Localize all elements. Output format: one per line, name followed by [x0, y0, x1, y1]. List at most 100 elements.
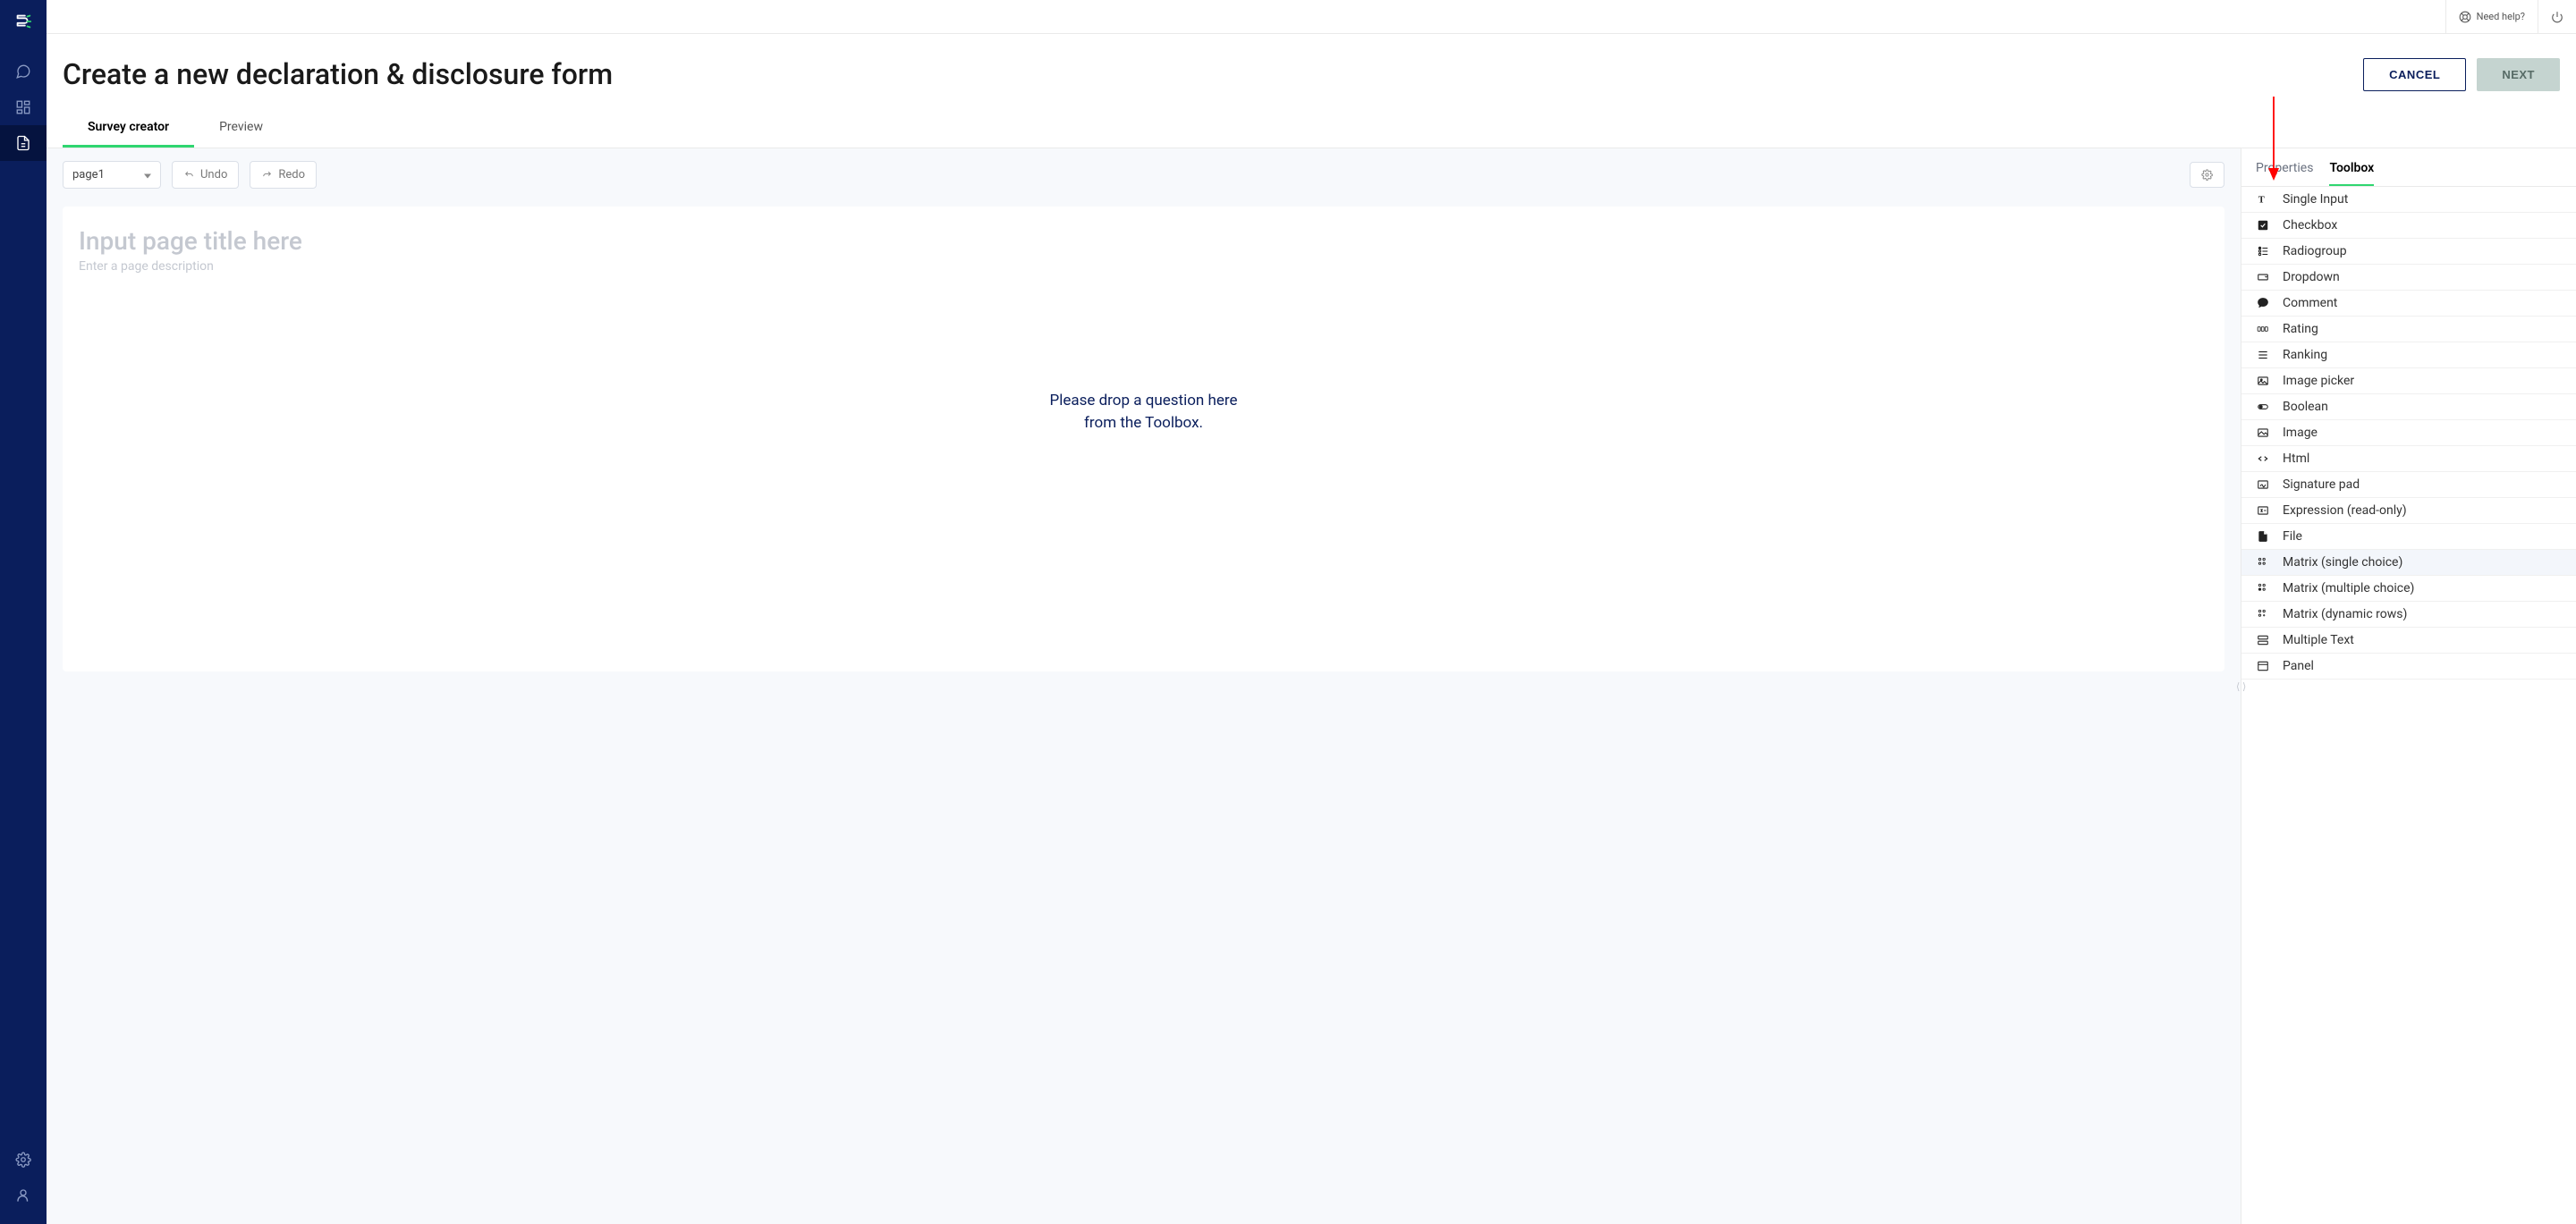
nav-profile-icon[interactable]: [0, 1178, 47, 1213]
page-title-input[interactable]: Input page title here: [79, 226, 2208, 256]
toolbox-item-label: Rating: [2283, 322, 2318, 336]
panel-tab-toolbox[interactable]: Toolbox: [2329, 161, 2374, 186]
radiogroup-icon: [2256, 245, 2270, 257]
main-tabs: Survey creator Preview: [47, 111, 2576, 148]
toolbox-item-matrix-multiple-choice-[interactable]: Matrix (multiple choice): [2241, 576, 2576, 602]
nav-settings-icon[interactable]: [0, 1142, 47, 1178]
logo[interactable]: [13, 11, 34, 32]
svg-text:T: T: [2258, 196, 2265, 206]
tab-survey-creator[interactable]: Survey creator: [63, 111, 194, 148]
toolbox-item-image[interactable]: Image: [2241, 420, 2576, 446]
comment-icon: [2256, 297, 2270, 309]
toolbox-item-label: Signature pad: [2283, 477, 2360, 492]
cancel-button[interactable]: CANCEL: [2363, 58, 2466, 91]
image-picker-icon: [2256, 375, 2270, 387]
toolbox-item-label: Matrix (multiple choice): [2283, 581, 2414, 595]
canvas-toolbar: page1 Undo Redo: [47, 148, 2241, 201]
toolbox-item-file[interactable]: File: [2241, 524, 2576, 550]
toolbox-item-label: Radiogroup: [2283, 244, 2347, 258]
topbar: Need help?: [47, 0, 2576, 34]
canvas-column: page1 Undo Redo: [47, 148, 2241, 1224]
survey-drop-area[interactable]: Input page title here Enter a page descr…: [63, 207, 2224, 671]
toolbox-item-radiogroup[interactable]: Radiogroup: [2241, 239, 2576, 265]
toolbox-item-boolean[interactable]: Boolean: [2241, 394, 2576, 420]
matrix-single-icon: [2256, 556, 2270, 569]
need-help-button[interactable]: Need help?: [2445, 0, 2538, 33]
toolbox-item-multiple-text[interactable]: Multiple Text: [2241, 628, 2576, 654]
toolbox-list: T Single Input Checkbox Radiogroup Dropdown C…: [2241, 187, 2576, 1224]
toolbox-item-label: Dropdown: [2283, 270, 2340, 284]
nav-forms-icon[interactable]: [0, 125, 47, 161]
toolbox-item-html[interactable]: Html: [2241, 446, 2576, 472]
canvas-settings-button[interactable]: [2190, 162, 2224, 188]
html-icon: [2256, 452, 2270, 465]
toolbox-item-matrix-single-choice-[interactable]: Matrix (single choice): [2241, 550, 2576, 576]
redo-button[interactable]: Redo: [250, 161, 317, 189]
toolbox-item-checkbox[interactable]: Checkbox: [2241, 213, 2576, 239]
canvas-body: Input page title here Enter a page descr…: [47, 201, 2241, 1224]
page-header: Create a new declaration & disclosure fo…: [47, 34, 2576, 111]
panel-tabs: Properties Toolbox: [2241, 148, 2576, 187]
toolbox-item-label: Image picker: [2283, 374, 2354, 388]
toolbox-item-panel[interactable]: Panel: [2241, 654, 2576, 680]
multiple-text-icon: [2256, 634, 2270, 646]
toolbox-item-image-picker[interactable]: Image picker: [2241, 368, 2576, 394]
dropdown-icon: [2256, 271, 2270, 283]
main: Need help? Create a new declaration & di…: [47, 0, 2576, 1224]
sidebar: [0, 0, 47, 1224]
toolbox-item-label: Matrix (single choice): [2283, 555, 2402, 570]
toolbox-item-single-input[interactable]: T Single Input: [2241, 187, 2576, 213]
toolbox-item-label: Panel: [2283, 659, 2314, 673]
signature-icon: [2256, 478, 2270, 491]
page-description-input[interactable]: Enter a page description: [79, 259, 2208, 274]
checkbox-icon: [2256, 219, 2270, 232]
toolbox-item-label: Ranking: [2283, 348, 2327, 362]
toolbox-item-signature-pad[interactable]: Signature pad: [2241, 472, 2576, 498]
expression-icon: [2256, 504, 2270, 517]
file-icon: [2256, 530, 2270, 543]
toolbox-item-expression-read-only-[interactable]: Expression (read-only): [2241, 498, 2576, 524]
next-button[interactable]: NEXT: [2477, 58, 2560, 91]
matrix-dynamic-icon: [2256, 608, 2270, 620]
right-panel: ⟨ ⟩ Properties Toolbox TSingle InputChec…: [2241, 148, 2576, 1224]
toolbox-item-label: Comment: [2283, 296, 2337, 310]
power-button[interactable]: [2538, 0, 2576, 33]
page-title: Create a new declaration & disclosure fo…: [63, 57, 613, 91]
undo-label: Undo: [200, 168, 227, 181]
gear-icon: [2201, 169, 2213, 181]
toolbox-item-label: Single Input: [2283, 192, 2348, 207]
undo-icon: [183, 169, 195, 181]
ranking-icon: [2256, 349, 2270, 361]
nav-dashboard-icon[interactable]: [0, 89, 47, 125]
panel-icon: [2256, 660, 2270, 672]
page-select[interactable]: page1: [63, 161, 161, 189]
toolbox-item-dropdown[interactable]: Dropdown: [2241, 265, 2576, 291]
toolbox-item-label: Boolean: [2283, 400, 2328, 414]
toolbox-item-rating[interactable]: Rating: [2241, 317, 2576, 342]
toolbox-item-label: Html: [2283, 452, 2309, 466]
text-icon: T: [2256, 193, 2270, 206]
toolbox-item-label: Image: [2283, 426, 2318, 440]
redo-label: Redo: [278, 168, 305, 181]
boolean-icon: [2256, 401, 2270, 413]
need-help-label: Need help?: [2477, 11, 2525, 22]
nav-messages-icon[interactable]: [0, 54, 47, 89]
toolbox-item-label: Matrix (dynamic rows): [2283, 607, 2407, 621]
toolbox-item-label: Checkbox: [2283, 218, 2337, 232]
undo-button[interactable]: Undo: [172, 161, 239, 189]
tab-preview[interactable]: Preview: [194, 111, 288, 148]
panel-tab-properties[interactable]: Properties: [2256, 161, 2313, 186]
drop-hint: Please drop a question here from the Too…: [79, 390, 2208, 434]
lifebuoy-icon: [2459, 11, 2471, 23]
toolbox-item-matrix-dynamic-rows-[interactable]: Matrix (dynamic rows): [2241, 602, 2576, 628]
toolbox-item-label: File: [2283, 529, 2302, 544]
resize-handle-icon[interactable]: ⟨ ⟩: [2236, 680, 2246, 692]
toolbox-item-label: Multiple Text: [2283, 633, 2354, 647]
toolbox-item-label: Expression (read-only): [2283, 503, 2407, 518]
redo-icon: [261, 169, 273, 181]
toolbox-item-ranking[interactable]: Ranking: [2241, 342, 2576, 368]
toolbox-item-comment[interactable]: Comment: [2241, 291, 2576, 317]
matrix-multiple-icon: [2256, 582, 2270, 595]
power-icon: [2551, 11, 2563, 23]
image-icon: [2256, 426, 2270, 439]
